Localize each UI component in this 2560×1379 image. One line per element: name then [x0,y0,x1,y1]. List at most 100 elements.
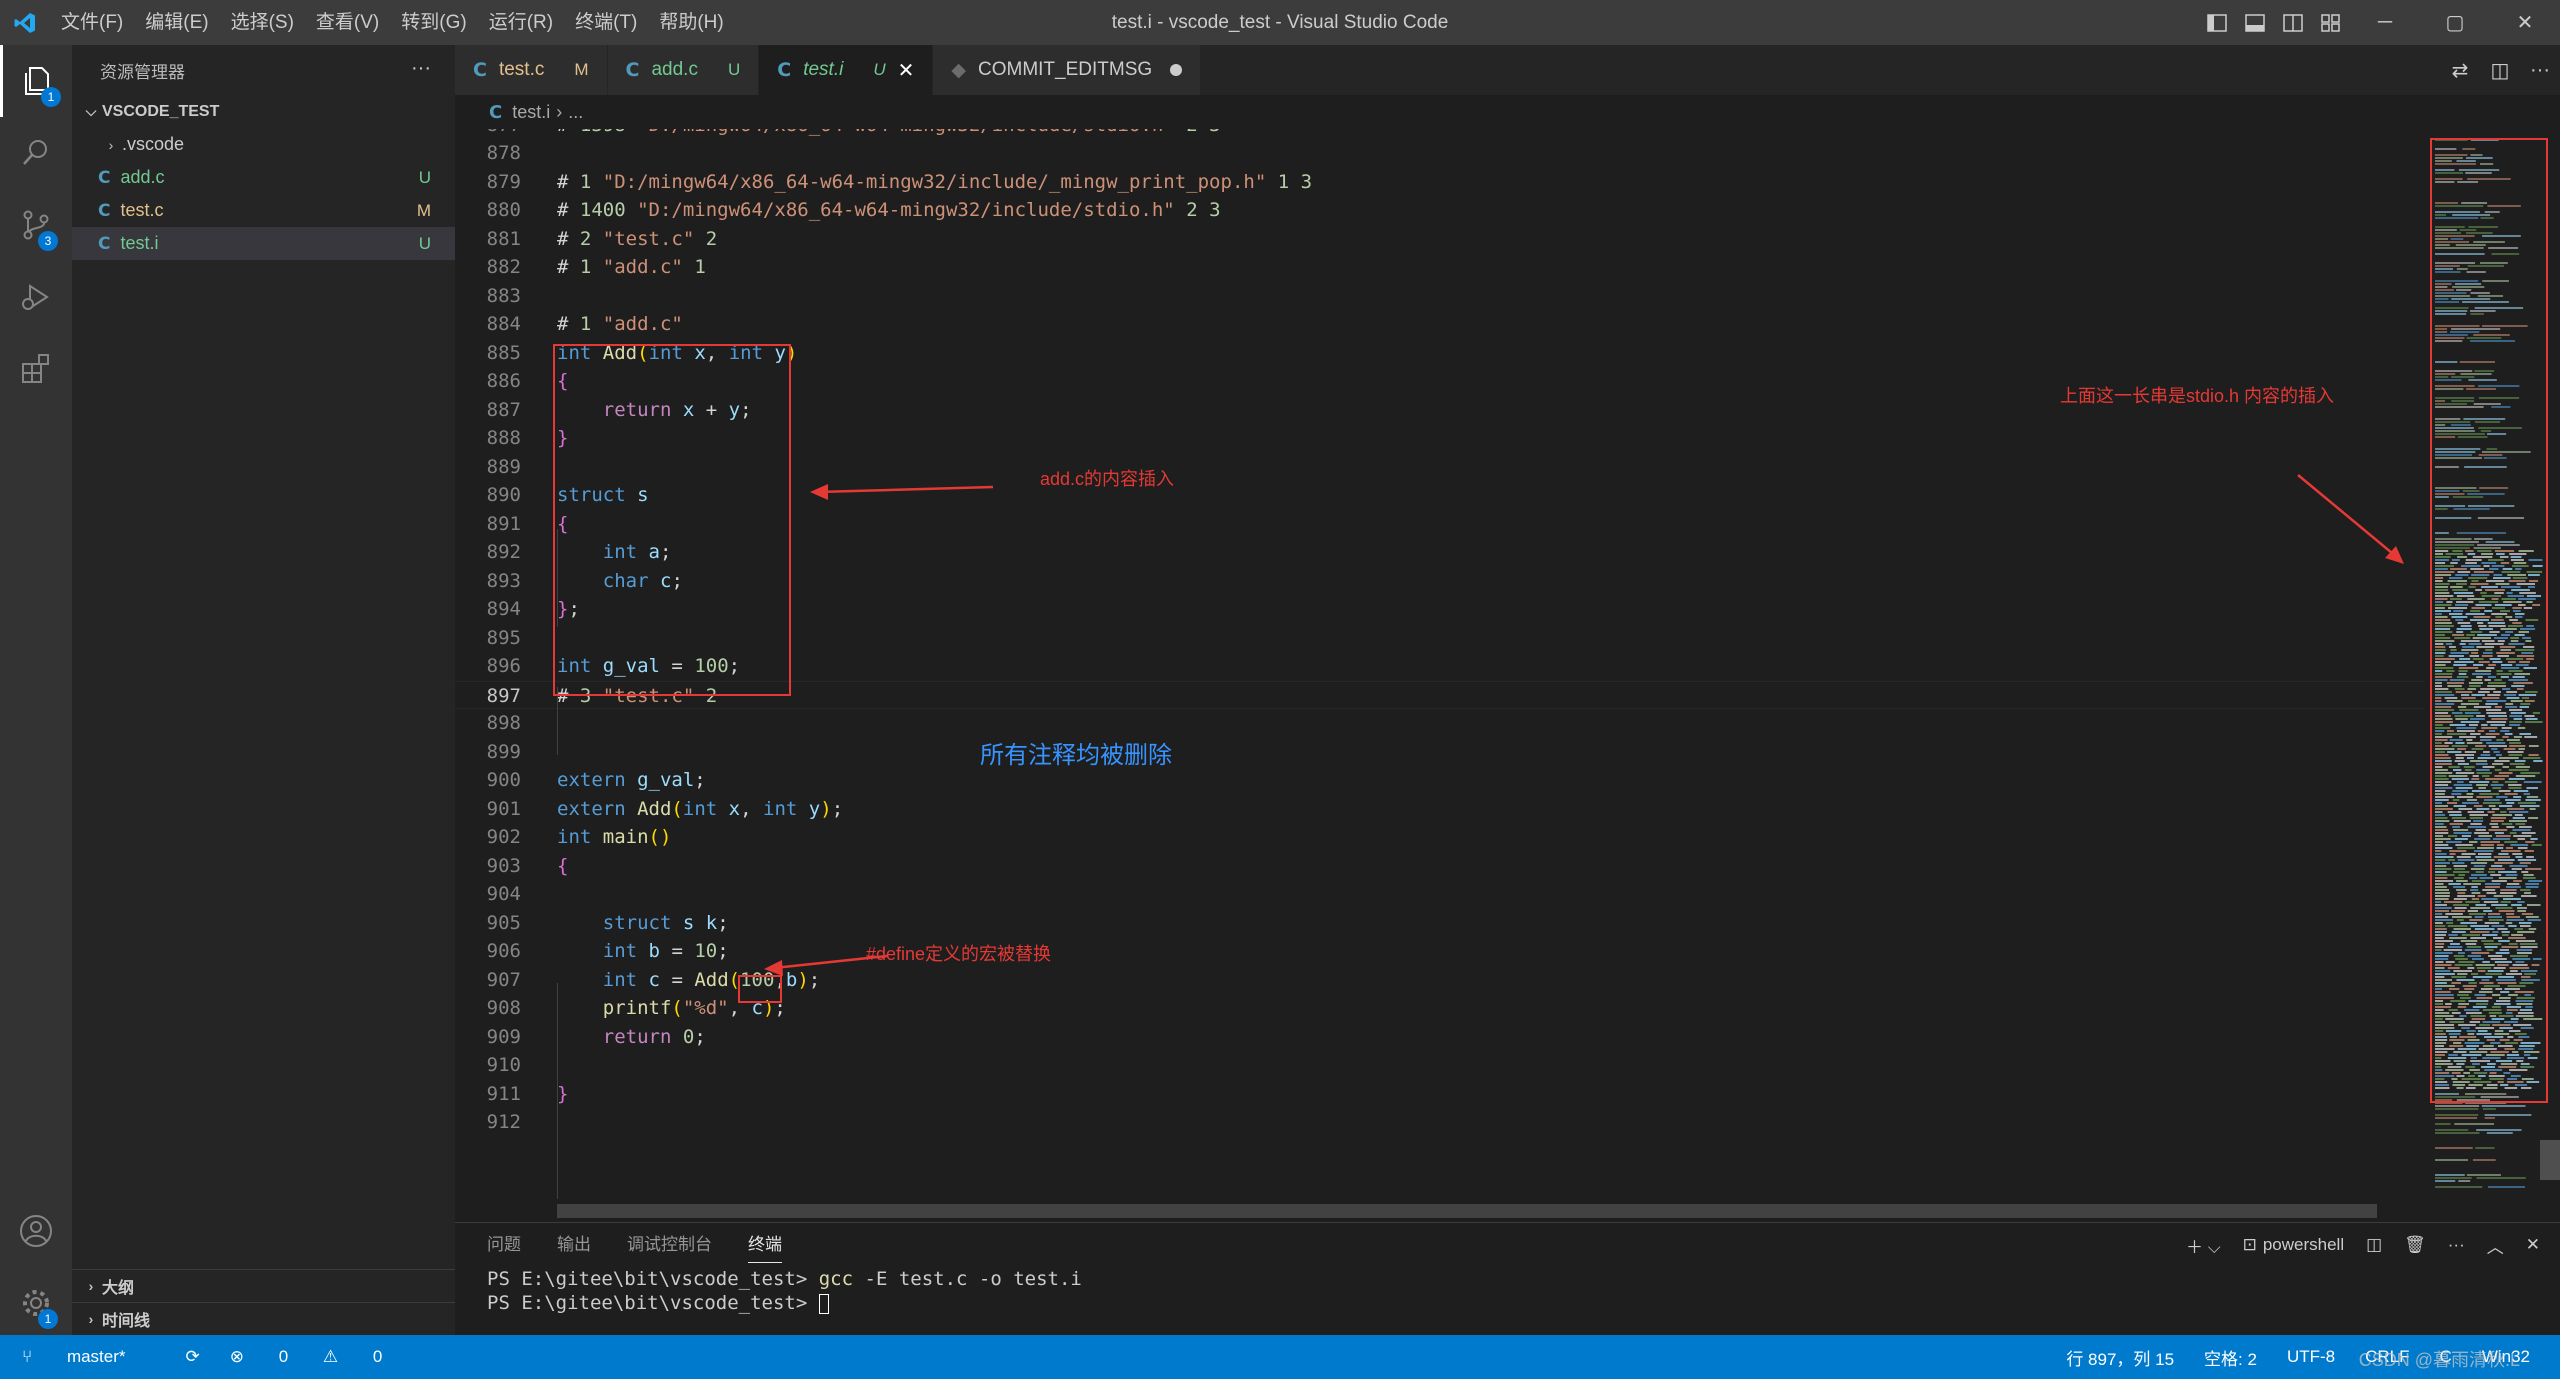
terminal-prompt: PS E:\gitee\bit\vscode_test> [487,1268,819,1290]
watermark: CSDN @暮雨清秋.L [2358,1350,2520,1370]
terminal-command: gcc [818,1268,854,1290]
maximize-panel-icon[interactable]: ︿ [2487,1233,2504,1258]
account-icon[interactable] [0,1195,72,1267]
timeline-section[interactable]: › 时间线 [72,1302,455,1335]
menu-view[interactable]: 查看(V) [305,0,390,45]
vertical-scrollbar[interactable] [2540,1140,2560,1180]
panel-more-icon[interactable]: ··· [2448,1235,2465,1255]
line-number: 905 [486,911,521,934]
menu-go[interactable]: 转到(G) [390,0,477,45]
line-number: 902 [486,826,521,848]
workspace-folder[interactable]: ⌵ VSCODE_TEST [72,95,455,128]
code-line: 911} [455,1080,2425,1109]
settings-gear-icon[interactable]: 1 [0,1267,72,1339]
code-line: 905 struct s k; [455,909,2425,938]
tab-status: U [873,60,886,79]
encoding[interactable]: UTF-8 [2287,1347,2335,1367]
outline-section[interactable]: › 大纲 [72,1269,455,1302]
close-panel-icon[interactable]: ✕ [2526,1235,2540,1255]
terminal-shell-label[interactable]: powershell [2263,1235,2344,1255]
editor-more-icon[interactable]: ··· [2520,59,2560,82]
minimap-mark [2487,1186,2526,1188]
terminal-shell-icon: ⊡ [2242,1235,2257,1254]
c-file-icon: C [98,200,111,221]
menu-help[interactable]: 帮助(H) [648,0,734,45]
breadcrumb-rest[interactable]: ... [568,102,583,123]
customize-layout-icon[interactable] [2317,0,2345,45]
code-line: 880 # 1400 "D:/mingw64/x86_64-w64-mingw32… [455,196,2425,225]
tab-debug-console[interactable]: 调试控制台 [627,1223,712,1267]
tab-terminal[interactable]: 终端 [748,1223,782,1267]
menu-terminal[interactable]: 终端(T) [564,0,648,45]
minimap-mark [2435,1186,2483,1188]
problems-status[interactable]: ⊗ 0 ⚠ 0 [230,1347,413,1367]
c-file-icon: C [625,59,640,81]
code-line: 882 # 1 "add.c" 1 [455,253,2425,282]
source-control-icon[interactable]: 3 [0,189,72,261]
minimap-mark [2482,1108,2496,1110]
terminal-output[interactable]: PS E:\gitee\bit\vscode_test> gcc -E test… [455,1267,2560,1315]
sync-icon[interactable]: ⟳ [186,1347,200,1367]
new-terminal-icon[interactable]: ＋ ⌵ [2186,1233,2221,1258]
tree-item-label: test.i [120,233,159,253]
timeline-label: 时间线 [102,1313,151,1330]
line-number: 904 [486,883,521,905]
toggle-panel-icon[interactable] [2241,0,2269,45]
tree-item-add-c[interactable]: C add.c U [72,161,455,194]
tab-add-c[interactable]: C add.c U [607,45,760,95]
tree-item-test-i[interactable]: C test.i U [72,227,455,260]
kill-terminal-icon[interactable]: 🗑 [2404,1235,2426,1255]
close-window-button[interactable]: ✕ [2490,0,2560,45]
open-changes-icon[interactable]: ⇄ [2440,58,2480,83]
maximize-button[interactable]: ▢ [2420,0,2490,45]
menu-bar: 文件(F) 编辑(E) 选择(S) 查看(V) 转到(G) 运行(R) 终端(T… [50,0,735,45]
c-file-icon: C [98,233,111,254]
cursor-position[interactable]: 行 897，列 15 [2066,1345,2174,1370]
branch-status[interactable]: ⑂ master* [22,1347,156,1367]
tab-test-i[interactable]: C test.i U ✕ [759,45,934,95]
indentation[interactable]: 空格: 2 [2204,1345,2257,1370]
split-terminal-icon[interactable]: ◫ [2366,1235,2382,1255]
git-status-badge: U [418,167,431,187]
search-icon[interactable] [0,117,72,189]
tab-commit-editmsg[interactable]: ◆ COMMIT_EDITMSG [933,45,1202,95]
line-number: 901 [486,797,521,820]
macro-value-box [738,975,782,1003]
line-number: 897 [486,684,521,707]
tab-problems[interactable]: 问题 [487,1223,521,1267]
line-number: 883 [486,284,521,307]
menu-run[interactable]: 运行(R) [478,0,564,45]
tree-item-test-c[interactable]: C test.c M [72,194,455,227]
extensions-icon[interactable] [0,333,72,405]
line-number: 898 [486,712,521,734]
minimap-mark [2435,1132,2480,1134]
menu-selection[interactable]: 选择(S) [220,0,305,45]
explorer-sidebar: 资源管理器 ··· ⌵ VSCODE_TEST › .vscode C add.… [72,45,455,1335]
menu-file[interactable]: 文件(F) [50,0,134,45]
line-code: # 2 "test.c" 2 [557,227,718,250]
run-debug-icon[interactable] [0,261,72,333]
tab-test-c[interactable]: C test.c M [455,45,608,95]
c-file-icon: C [489,101,503,123]
line-number: 880 [486,199,521,221]
line-code: struct s k; [602,911,729,934]
explorer-icon[interactable]: 1 [0,45,72,117]
toggle-sidebar-icon[interactable] [2203,0,2231,45]
error-icon: ⊗ [229,1347,249,1366]
code-line: 909 return 0; [455,1023,2425,1052]
code-line: 902 int main() [455,823,2425,852]
tree-item-vscode[interactable]: › .vscode [72,128,455,161]
annotation-add-c: add.c的内容插入 [1040,469,1175,489]
minimize-button[interactable]: ─ [2350,0,2420,45]
line-number: 882 [486,256,521,278]
close-tab-icon[interactable]: ✕ [898,58,915,83]
breadcrumb-file[interactable]: test.i [512,102,550,123]
explorer-more-icon[interactable]: ··· [411,57,431,80]
line-code: # 1398 "D:/mingw64/x86_64-w64-mingw32/in… [557,129,1221,140]
toggle-secondary-sidebar-icon[interactable] [2279,0,2307,45]
annotation-define-replaced: #define定义的宏被替换 [866,944,1052,964]
split-editor-icon[interactable]: ◫ [2480,58,2520,83]
menu-edit[interactable]: 编辑(E) [134,0,219,45]
tab-output[interactable]: 输出 [557,1223,591,1267]
horizontal-scrollbar[interactable] [557,1204,2377,1218]
